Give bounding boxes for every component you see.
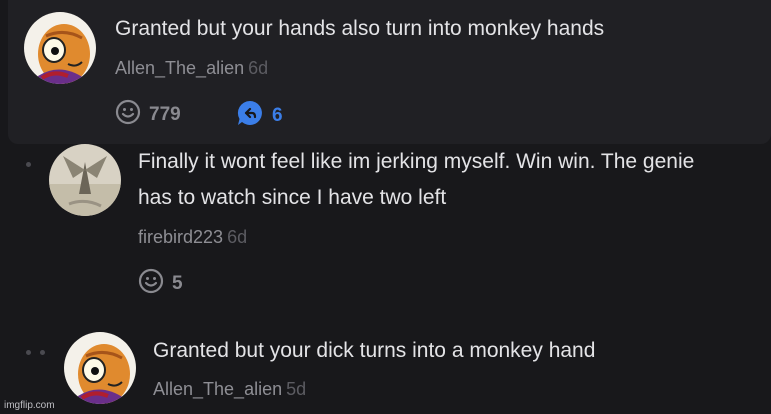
author-name[interactable]: firebird223 xyxy=(138,227,223,247)
like-button[interactable]: 779 xyxy=(115,99,181,131)
comment-text-line-2: has to watch since I have two left xyxy=(138,186,447,209)
comment-time: 6d xyxy=(227,227,248,247)
comment-time: 6d xyxy=(248,58,269,78)
thread-indent-dot xyxy=(26,162,31,167)
like-count: 5 xyxy=(172,273,183,294)
thread-indent-dot xyxy=(26,350,31,355)
smiley-icon xyxy=(115,99,141,131)
smiley-icon xyxy=(138,268,164,300)
reply-count: 6 xyxy=(272,105,283,126)
like-button[interactable]: 5 xyxy=(138,268,183,300)
comment-meta: firebird223 6d xyxy=(138,227,247,248)
comment-time: 5d xyxy=(286,379,307,399)
author-name[interactable]: Allen_The_alien xyxy=(153,379,282,399)
like-count: 779 xyxy=(149,104,181,125)
comment-meta: Allen_The_alien 6d xyxy=(115,58,268,79)
thread-indent-dot xyxy=(40,350,45,355)
replies-button[interactable]: 6 xyxy=(236,99,283,133)
avatar-firebird223[interactable] xyxy=(49,144,121,216)
comment-text: Granted but your dick turns into a monke… xyxy=(153,339,596,362)
avatar-allen-the-alien[interactable] xyxy=(64,332,136,404)
author-name[interactable]: Allen_The_alien xyxy=(115,58,244,78)
reply-bubble-icon xyxy=(236,99,264,133)
avatar-allen-the-alien[interactable] xyxy=(24,12,96,84)
comment-text: Granted but your hands also turn into mo… xyxy=(115,17,605,40)
comment-meta: Allen_The_alien 5d xyxy=(153,379,306,400)
comment-text-line-1: Finally it wont feel like im jerking mys… xyxy=(138,150,695,173)
imgflip-watermark: imgflip.com xyxy=(4,400,55,411)
